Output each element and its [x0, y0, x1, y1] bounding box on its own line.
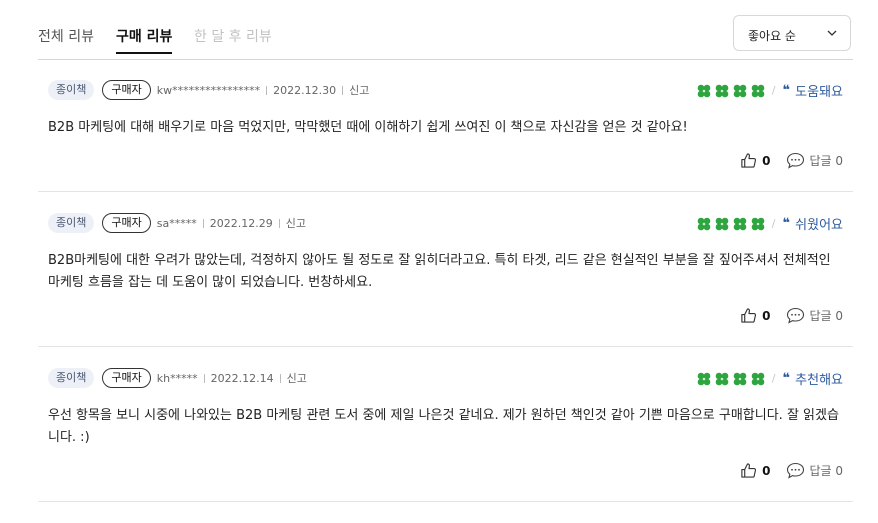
buyer-badge: 구매자: [102, 368, 151, 388]
thumbs-up-icon: [741, 463, 757, 478]
like-button[interactable]: 0: [740, 462, 770, 479]
tab-purchase-reviews[interactable]: 구매 리뷰: [116, 26, 173, 54]
review-date: 2022.12.30: [273, 83, 337, 97]
review-item: 종이책 구매자 kh***** 2022.12.14 신고 / ❝ 추천해요 우…: [38, 347, 853, 502]
report-link[interactable]: 신고: [349, 82, 369, 98]
reviewer-id: kw****************: [156, 83, 261, 97]
report-link[interactable]: 신고: [286, 215, 306, 231]
review-text: 우선 항목을 보니 시중에 나와있는 B2B 마케팅 관련 도서 중에 제일 나…: [48, 408, 839, 445]
clover-icon: [715, 217, 729, 230]
quote-icon: ❝: [782, 83, 791, 98]
review-tabs: 전체 리뷰 구매 리뷰 한 달 후 리뷰: [38, 0, 853, 60]
divider: [266, 85, 268, 95]
reply-button[interactable]: 답글 0: [786, 152, 843, 169]
divider: /: [771, 217, 776, 230]
clover-icon: [697, 372, 711, 385]
divider: [342, 85, 344, 95]
emotion-tag: 도움돼요: [795, 85, 843, 100]
review-date: 2022.12.14: [210, 371, 274, 385]
rating-clovers: [697, 217, 765, 231]
divider: [202, 218, 204, 228]
reply-count: 답글 0: [809, 464, 843, 478]
reviewer-id: kh*****: [156, 371, 198, 385]
review-item: 종이책 구매자 kw**************** 2022.12.30 신고…: [38, 59, 853, 192]
clover-icon: [697, 84, 711, 97]
like-count: 0: [762, 308, 771, 323]
rating-clovers: [697, 84, 765, 98]
review-item: 종이책 구매자 sa***** 2022.12.29 신고 / ❝ 쉬웠어요 B…: [38, 192, 853, 347]
divider: [203, 373, 205, 383]
tab-month-later-reviews[interactable]: 한 달 후 리뷰: [194, 26, 272, 46]
sort-dropdown[interactable]: 좋아요 순: [733, 15, 851, 51]
review-text: B2B 마케팅에 대해 배우기로 마음 먹었지만, 막막했던 때에 이해하기 쉽…: [48, 120, 688, 135]
clover-icon: [715, 84, 729, 97]
like-count: 0: [762, 153, 771, 168]
paper-book-badge: 종이책: [48, 80, 95, 100]
clover-icon: [733, 217, 747, 230]
emotion-tag: 추천해요: [795, 373, 843, 388]
clover-icon: [733, 84, 747, 97]
thumbs-up-icon: [741, 308, 757, 323]
clover-icon: [715, 372, 729, 385]
divider: /: [771, 84, 776, 97]
thumbs-up-icon: [741, 153, 757, 168]
quote-icon: ❝: [782, 371, 791, 386]
buyer-badge: 구매자: [102, 80, 151, 100]
clover-icon: [733, 372, 747, 385]
divider: /: [771, 372, 776, 385]
divider: [279, 373, 281, 383]
reply-count: 답글 0: [809, 309, 843, 323]
report-link[interactable]: 신고: [287, 370, 307, 386]
tab-all-reviews[interactable]: 전체 리뷰: [38, 26, 94, 46]
reply-button[interactable]: 답글 0: [786, 307, 843, 324]
paper-book-badge: 종이책: [48, 368, 95, 388]
sort-selected-label: 좋아요 순: [748, 29, 796, 43]
reply-button[interactable]: 답글 0: [786, 462, 843, 479]
clover-icon: [751, 217, 765, 230]
clover-icon: [751, 372, 765, 385]
chevron-down-icon: [827, 30, 837, 36]
like-button[interactable]: 0: [740, 152, 770, 169]
reply-count: 답글 0: [809, 154, 843, 168]
emotion-tag: 쉬웠어요: [795, 218, 843, 233]
review-date: 2022.12.29: [209, 216, 273, 230]
reviewer-id: sa*****: [156, 216, 197, 230]
buyer-badge: 구매자: [102, 213, 151, 233]
clover-icon: [697, 217, 711, 230]
comment-icon: [787, 152, 805, 169]
comment-icon: [787, 307, 805, 324]
clover-icon: [751, 84, 765, 97]
like-count: 0: [762, 463, 771, 478]
like-button[interactable]: 0: [740, 307, 770, 324]
rating-clovers: [697, 372, 765, 386]
paper-book-badge: 종이책: [48, 213, 95, 233]
quote-icon: ❝: [782, 216, 791, 231]
review-text: B2B마케팅에 대한 우려가 많았는데, 걱정하지 않아도 될 정도로 잘 읽히…: [48, 253, 831, 290]
comment-icon: [787, 462, 805, 479]
divider: [278, 218, 280, 228]
